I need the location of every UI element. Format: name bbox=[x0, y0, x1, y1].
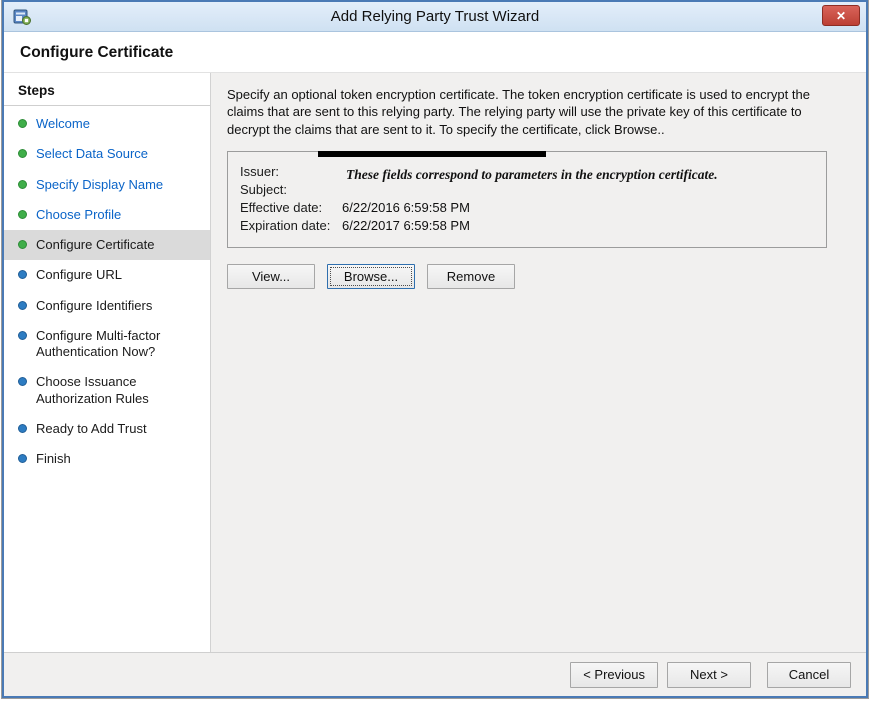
step-status-icon bbox=[18, 240, 27, 249]
sidebar-item-ready-to-add-trust: Ready to Add Trust bbox=[4, 414, 210, 444]
step-status-icon bbox=[18, 180, 27, 189]
step-label: Configure Certificate bbox=[36, 237, 155, 253]
title-bar: Add Relying Party Trust Wizard ✕ bbox=[4, 2, 866, 32]
redacted-issuer-value bbox=[318, 151, 546, 157]
view-button[interactable]: View... bbox=[227, 264, 315, 289]
remove-button[interactable]: Remove bbox=[427, 264, 515, 289]
sidebar-item-welcome[interactable]: Welcome bbox=[4, 109, 210, 139]
wizard-body: Steps Welcome Select Data Source Specify… bbox=[4, 73, 866, 652]
sidebar-item-select-data-source[interactable]: Select Data Source bbox=[4, 139, 210, 169]
subject-row: Subject: bbox=[240, 182, 814, 197]
content-pane: Specify an optional token encryption cer… bbox=[210, 73, 866, 652]
step-label: Configure Identifiers bbox=[36, 298, 152, 314]
issuer-label: Issuer: bbox=[240, 164, 342, 179]
step-label: Configure URL bbox=[36, 267, 122, 283]
step-label[interactable]: Specify Display Name bbox=[36, 177, 163, 193]
next-button[interactable]: Next > bbox=[667, 662, 751, 688]
step-status-icon bbox=[18, 149, 27, 158]
adfs-wizard-icon bbox=[13, 8, 31, 26]
sidebar-item-specify-display-name[interactable]: Specify Display Name bbox=[4, 170, 210, 200]
step-label: Choose Issuance Authorization Rules bbox=[36, 374, 202, 407]
step-label[interactable]: Welcome bbox=[36, 116, 90, 132]
sidebar-item-choose-issuance-rules: Choose Issuance Authorization Rules bbox=[4, 367, 210, 414]
sidebar-item-configure-url: Configure URL bbox=[4, 260, 210, 290]
step-label: Finish bbox=[36, 451, 71, 467]
sidebar-item-choose-profile[interactable]: Choose Profile bbox=[4, 200, 210, 230]
steps-heading: Steps bbox=[4, 77, 210, 106]
step-status-icon bbox=[18, 210, 27, 219]
certificate-box: These fields correspond to parameters in… bbox=[227, 151, 827, 248]
previous-button[interactable]: < Previous bbox=[570, 662, 658, 688]
step-label[interactable]: Select Data Source bbox=[36, 146, 148, 162]
annotation-text: These fields correspond to parameters in… bbox=[346, 167, 816, 183]
wizard-window: Add Relying Party Trust Wizard ✕ Configu… bbox=[2, 0, 868, 698]
sidebar-item-finish: Finish bbox=[4, 444, 210, 474]
step-label: Ready to Add Trust bbox=[36, 421, 147, 437]
step-label: Configure Multi-factor Authentication No… bbox=[36, 328, 202, 361]
effective-date-value: 6/22/2016 6:59:58 PM bbox=[342, 200, 470, 215]
certificate-buttons: View... Browse... Remove bbox=[227, 264, 846, 289]
footer-bar: < Previous Next > Cancel bbox=[4, 652, 866, 696]
effective-date-label: Effective date: bbox=[240, 200, 342, 215]
sidebar-item-configure-certificate: Configure Certificate bbox=[4, 230, 210, 260]
step-status-icon bbox=[18, 301, 27, 310]
cancel-button[interactable]: Cancel bbox=[767, 662, 851, 688]
expiration-date-row: Expiration date: 6/22/2017 6:59:58 PM bbox=[240, 218, 814, 233]
page-title: Configure Certificate bbox=[4, 32, 866, 73]
step-status-icon bbox=[18, 454, 27, 463]
window-title: Add Relying Party Trust Wizard bbox=[4, 8, 866, 25]
step-status-icon bbox=[18, 377, 27, 386]
description-text: Specify an optional token encryption cer… bbox=[227, 86, 846, 138]
step-status-icon bbox=[18, 331, 27, 340]
step-status-icon bbox=[18, 119, 27, 128]
sidebar-item-configure-identifiers: Configure Identifiers bbox=[4, 291, 210, 321]
expiration-date-label: Expiration date: bbox=[240, 218, 342, 233]
step-status-icon bbox=[18, 424, 27, 433]
sidebar-item-configure-mfa: Configure Multi-factor Authentication No… bbox=[4, 321, 210, 368]
step-status-icon bbox=[18, 270, 27, 279]
close-button[interactable]: ✕ bbox=[822, 5, 860, 26]
subject-label: Subject: bbox=[240, 182, 342, 197]
steps-sidebar: Steps Welcome Select Data Source Specify… bbox=[4, 73, 210, 652]
step-label[interactable]: Choose Profile bbox=[36, 207, 121, 223]
expiration-date-value: 6/22/2017 6:59:58 PM bbox=[342, 218, 470, 233]
effective-date-row: Effective date: 6/22/2016 6:59:58 PM bbox=[240, 200, 814, 215]
browse-button[interactable]: Browse... bbox=[327, 264, 415, 289]
